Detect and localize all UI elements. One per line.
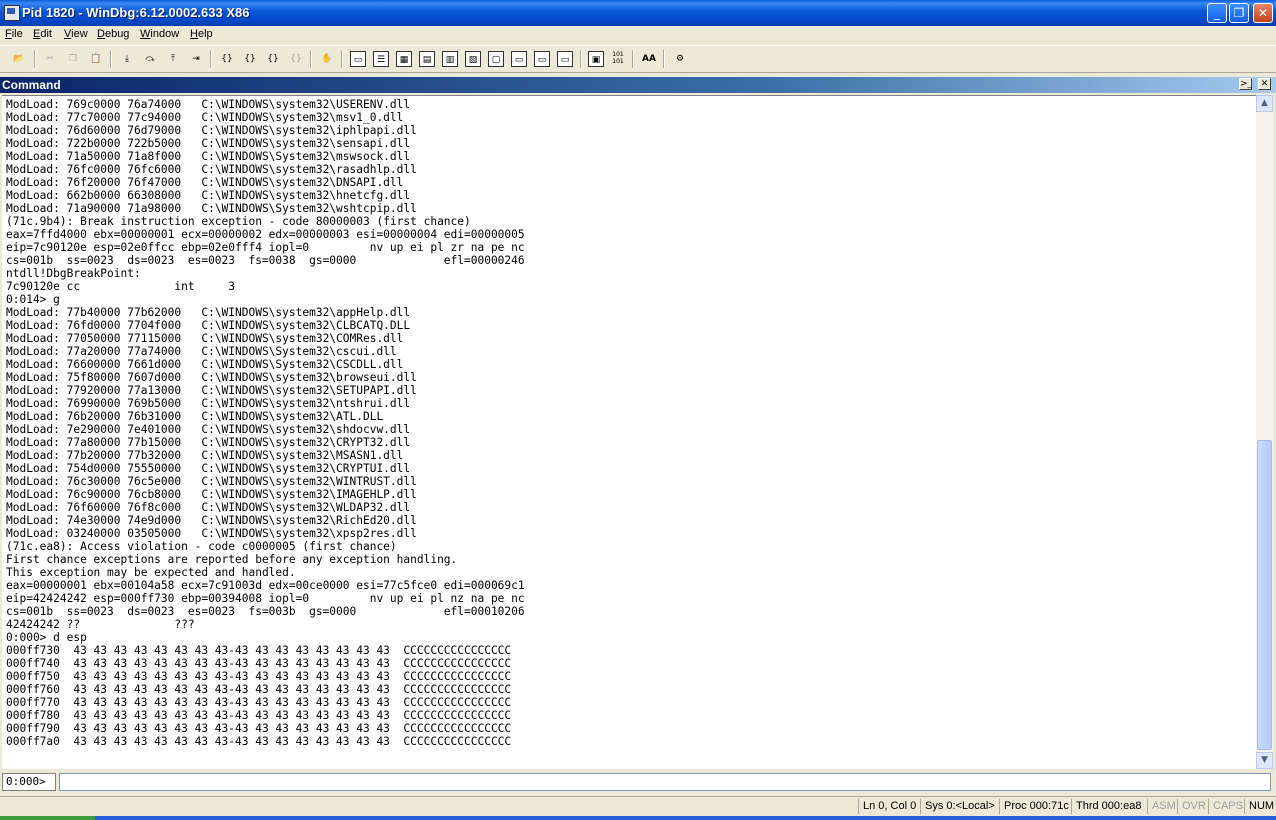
paste-icon[interactable]: 📋 <box>88 51 104 67</box>
cut-icon[interactable]: ✂ <box>42 51 58 67</box>
brace-step-icon[interactable]: {} <box>242 51 258 67</box>
menu-view[interactable]: View <box>64 28 88 40</box>
menu-bar: File Edit View Debug Window Help <box>0 26 1276 45</box>
scroll-down-arrow-icon[interactable]: ▼ <box>1256 752 1273 769</box>
prompt-label: 0:000> <box>2 773 56 791</box>
menu-debug[interactable]: Debug <box>97 28 129 40</box>
command-window-icon[interactable]: ▭ <box>350 51 366 67</box>
close-button[interactable]: ✕ <box>1253 3 1273 23</box>
command-input[interactable] <box>59 773 1271 791</box>
status-num: NUM <box>1244 799 1274 814</box>
command-output-text: ModLoad: 769c0000 76a74000 C:\WINDOWS\sy… <box>6 98 525 748</box>
font-icon[interactable]: AA <box>641 51 657 67</box>
command-prompt-row: 0:000> <box>2 771 1273 793</box>
command-output-area[interactable]: ModLoad: 769c0000 76a74000 C:\WINDOWS\sy… <box>2 95 1256 769</box>
memory-window-icon[interactable]: ▥ <box>442 51 458 67</box>
step-into-icon[interactable]: ⤓ <box>119 51 135 67</box>
disassembly-window-icon[interactable]: ▢ <box>488 51 504 67</box>
toolbar-separator <box>210 50 212 68</box>
minimize-button[interactable]: _ <box>1207 3 1227 23</box>
scratch-pad-icon[interactable]: ▭ <box>511 51 527 67</box>
step-out-icon[interactable]: ⤒ <box>165 51 181 67</box>
source-mode-icon[interactable]: ▣ <box>588 51 604 67</box>
toolbar-separator <box>341 50 343 68</box>
hand-icon[interactable]: ✋ <box>319 51 335 67</box>
window-title: Pid 1820 - WinDbg:6.12.0002.633 X86 <box>22 5 250 20</box>
toolbar-separator <box>663 50 665 68</box>
brace-step-icon[interactable]: {} <box>265 51 281 67</box>
toolbar-separator <box>632 50 634 68</box>
watch-window-icon[interactable]: ☰ <box>373 51 389 67</box>
taskbar-edge <box>0 816 1276 820</box>
status-bar: Ln 0, Col 0 Sys 0:<Local> Proc 000:71c T… <box>0 796 1276 816</box>
maximize-button[interactable]: ❐ <box>1229 3 1249 23</box>
status-proc: Proc 000:71c <box>999 799 1071 814</box>
run-to-cursor-icon[interactable]: ⇥ <box>188 51 204 67</box>
toolbar-separator <box>580 50 582 68</box>
copy-icon[interactable]: ❐ <box>65 51 81 67</box>
options-icon[interactable]: ⚙ <box>672 51 688 67</box>
toolbar-separator <box>110 50 112 68</box>
step-over-icon[interactable]: ⤼ <box>142 51 158 67</box>
status-sys: Sys 0:<Local> <box>920 799 999 814</box>
window-title-bar[interactable]: Pid 1820 - WinDbg:6.12.0002.633 X86 _ ❐ … <box>0 0 1276 26</box>
brace-step-icon[interactable]: {} <box>288 51 304 67</box>
status-ln-col: Ln 0, Col 0 <box>858 799 920 814</box>
status-asm: ASM <box>1147 799 1177 814</box>
status-thrd: Thrd 000:ea8 <box>1071 799 1147 814</box>
processes-threads-icon[interactable]: ▭ <box>534 51 550 67</box>
menu-file[interactable]: File <box>5 28 23 40</box>
command-close-icon[interactable]: ✕ <box>1258 78 1271 90</box>
hex-mode-icon[interactable]: 101 101 <box>610 51 626 67</box>
command-window-title: Command <box>2 78 61 92</box>
open-icon[interactable]: 📂 <box>11 51 27 67</box>
menu-window[interactable]: Window <box>140 28 179 40</box>
toolbar: 📂 ✂ ❐ 📋 ⤓ ⤼ ⤒ ⇥ {} {} {} {} ✋ ▭ ☰ ▦ ▤ ▥ … <box>0 45 1276 73</box>
vertical-scrollbar[interactable]: ▲ ▼ <box>1256 95 1273 769</box>
registers-window-icon[interactable]: ▤ <box>419 51 435 67</box>
call-stack-window-icon[interactable]: ▧ <box>465 51 481 67</box>
command-browser-icon[interactable]: ▭ <box>557 51 573 67</box>
menu-edit[interactable]: Edit <box>33 28 52 40</box>
start-button-edge[interactable] <box>0 816 95 820</box>
toolbar-separator <box>34 50 36 68</box>
windbg-app-icon[interactable] <box>4 5 20 21</box>
brace-step-icon[interactable]: {} <box>219 51 235 67</box>
scroll-up-arrow-icon[interactable]: ▲ <box>1256 95 1273 112</box>
menu-help[interactable]: Help <box>190 28 213 40</box>
scroll-thumb[interactable] <box>1257 440 1272 750</box>
toolbar-separator <box>310 50 312 68</box>
status-caps: CAPS <box>1208 799 1244 814</box>
locals-window-icon[interactable]: ▦ <box>396 51 412 67</box>
dock-icon[interactable]: >_ <box>1239 78 1252 90</box>
command-window-title-bar[interactable]: Command >_ ✕ <box>0 77 1276 93</box>
status-ovr: OVR <box>1177 799 1208 814</box>
